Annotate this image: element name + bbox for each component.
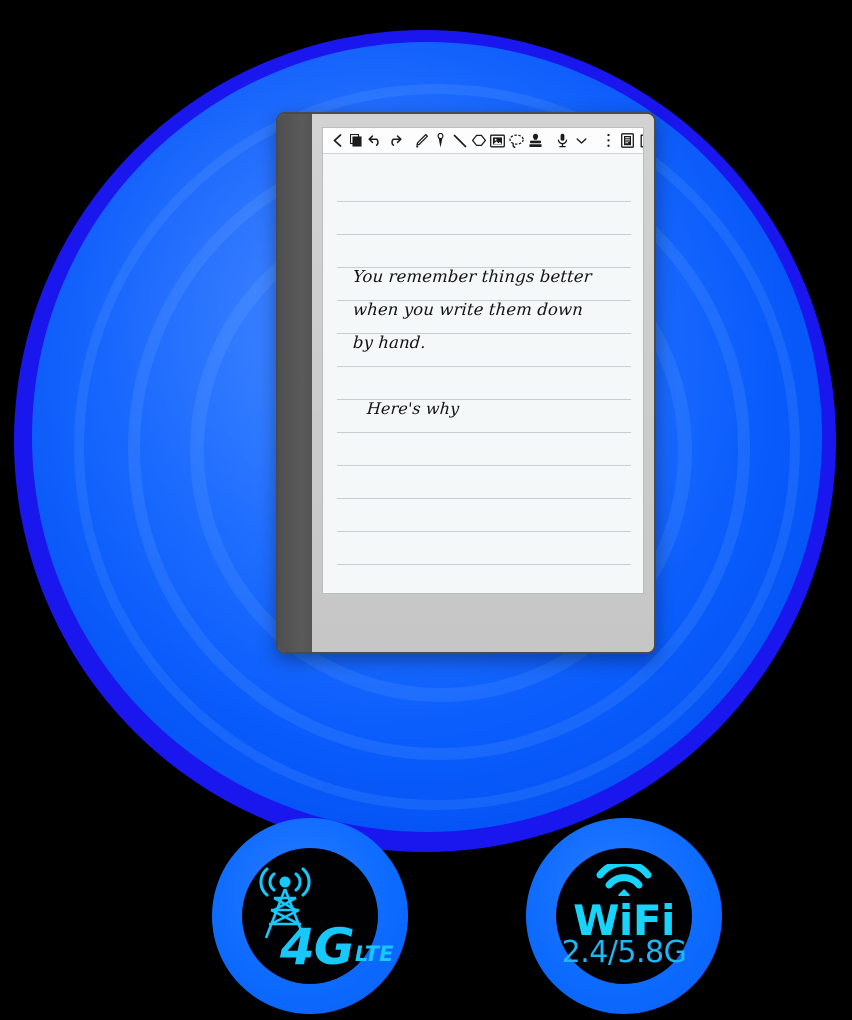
rule-line bbox=[337, 234, 631, 235]
pen-icon[interactable] bbox=[412, 130, 431, 152]
rule-line bbox=[337, 465, 631, 466]
4g-lte-graphic: 4G LTE bbox=[242, 856, 393, 976]
layers-icon[interactable] bbox=[347, 130, 366, 152]
toolbar-group-navigation bbox=[323, 128, 404, 153]
note-page[interactable]: You remember things better when you writ… bbox=[323, 154, 643, 593]
wifi-bands-text: 2.4/5.8G bbox=[561, 935, 687, 971]
handwritten-line: You remember things better bbox=[352, 267, 593, 286]
handwritten-line: Here's why bbox=[366, 399, 460, 418]
rule-line bbox=[337, 432, 631, 433]
eraser-icon[interactable] bbox=[469, 130, 488, 152]
handwritten-line: when you write them down bbox=[352, 300, 584, 319]
line-icon[interactable] bbox=[450, 130, 469, 152]
brush-icon[interactable] bbox=[431, 130, 450, 152]
toolbar-group-document bbox=[599, 128, 643, 153]
wifi-badge-core: WiFi 2.4/5.8G bbox=[556, 848, 692, 984]
handwritten-line: by hand. bbox=[352, 333, 427, 352]
redo-icon[interactable] bbox=[385, 130, 404, 152]
rule-line bbox=[337, 564, 631, 565]
rule-line bbox=[337, 201, 631, 202]
4g-lte-badge-core: 4G LTE bbox=[242, 848, 393, 984]
lasso-select-icon[interactable] bbox=[507, 130, 526, 152]
share-export-icon[interactable] bbox=[637, 130, 643, 152]
image-insert-icon[interactable] bbox=[488, 130, 507, 152]
4g-lte-label: 4G LTE bbox=[280, 918, 394, 976]
microphone-icon[interactable] bbox=[553, 130, 572, 152]
toolbar-group-recording bbox=[553, 128, 591, 153]
wifi-icon bbox=[596, 859, 652, 901]
more-vertical-icon[interactable] bbox=[599, 130, 618, 152]
device-screen: You remember things better when you writ… bbox=[322, 127, 644, 594]
page-icon[interactable] bbox=[618, 130, 637, 152]
wifi-badge: WiFi 2.4/5.8G bbox=[526, 818, 722, 1014]
undo-icon[interactable] bbox=[366, 130, 385, 152]
4g-text: 4G bbox=[280, 918, 355, 976]
4g-lte-badge: 4G LTE bbox=[212, 818, 408, 1014]
e-ink-note-tablet: You remember things better when you writ… bbox=[276, 112, 656, 654]
stamp-icon[interactable] bbox=[526, 130, 545, 152]
lte-text: LTE bbox=[354, 942, 394, 966]
back-chevron-icon[interactable] bbox=[328, 130, 347, 152]
wifi-text: WiFi bbox=[573, 895, 675, 945]
rule-line bbox=[337, 366, 631, 367]
toolbar-group-tools bbox=[412, 128, 545, 153]
rule-line bbox=[337, 498, 631, 499]
rule-line bbox=[337, 531, 631, 532]
chevron-down-icon[interactable] bbox=[572, 130, 591, 152]
device-spine bbox=[278, 114, 312, 652]
note-toolbar bbox=[323, 128, 643, 154]
